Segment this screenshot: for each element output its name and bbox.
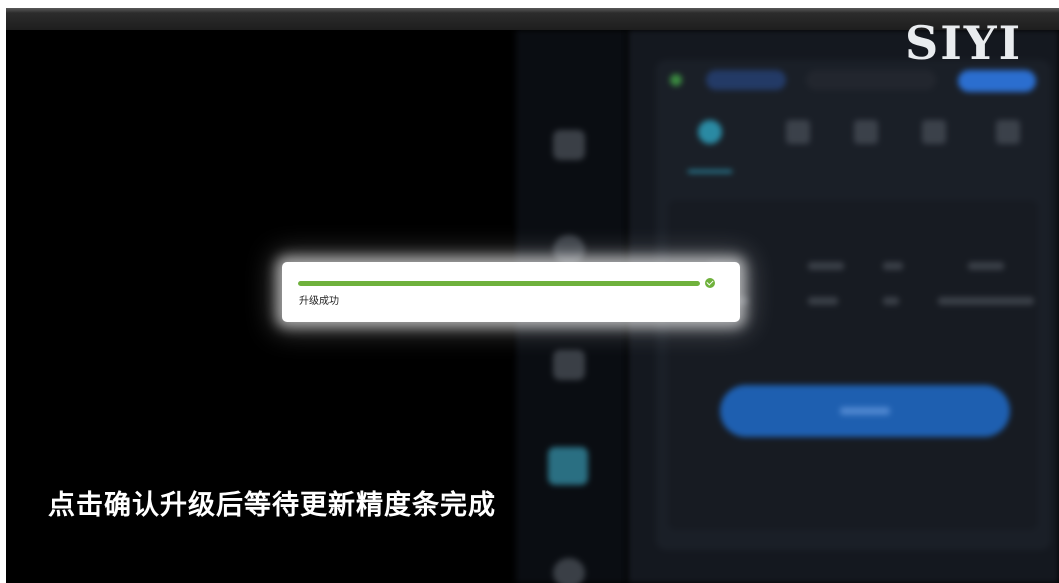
target-icon[interactable] xyxy=(553,235,585,265)
tab-system-icon[interactable] xyxy=(996,120,1020,144)
tab-image-icon[interactable] xyxy=(786,120,810,144)
firmware-section xyxy=(668,200,1038,530)
caption-subtitle: 点击确认升级后等待更新精度条完成 xyxy=(48,490,496,521)
button-label-placeholder xyxy=(840,407,890,415)
brand-logo: SIYI xyxy=(905,16,1023,70)
action-pill[interactable] xyxy=(958,70,1036,92)
placeholder-text xyxy=(883,262,903,270)
star-icon[interactable] xyxy=(553,350,585,380)
progress-fill xyxy=(298,281,700,286)
camera-icon[interactable] xyxy=(553,130,585,160)
placeholder-text xyxy=(808,262,844,270)
placeholder-text xyxy=(883,297,899,305)
status-dot xyxy=(670,74,682,86)
upgrade-button[interactable] xyxy=(720,385,1010,437)
check-circle-icon xyxy=(705,278,715,288)
video-frame: SIYI 升级成功 点击确认升级后等待更新精度条完成 xyxy=(0,0,1059,583)
grid-icon[interactable] xyxy=(548,447,588,485)
tab-record-icon[interactable] xyxy=(922,120,946,144)
placeholder-text xyxy=(938,297,1034,305)
upgrade-status-text: 升级成功 xyxy=(299,296,339,307)
placeholder-text xyxy=(968,262,1004,270)
tab-indicator xyxy=(688,170,732,173)
upgrade-progress-dialog: 升级成功 xyxy=(282,262,740,322)
info-pill xyxy=(806,70,936,90)
connection-pill xyxy=(706,70,786,90)
top-bar xyxy=(6,8,1059,30)
placeholder-text xyxy=(808,297,838,305)
circle-icon[interactable] xyxy=(553,558,585,583)
tab-general-icon[interactable] xyxy=(698,120,722,144)
progress-bar xyxy=(298,281,700,286)
tab-gimbal-icon[interactable] xyxy=(854,120,878,144)
